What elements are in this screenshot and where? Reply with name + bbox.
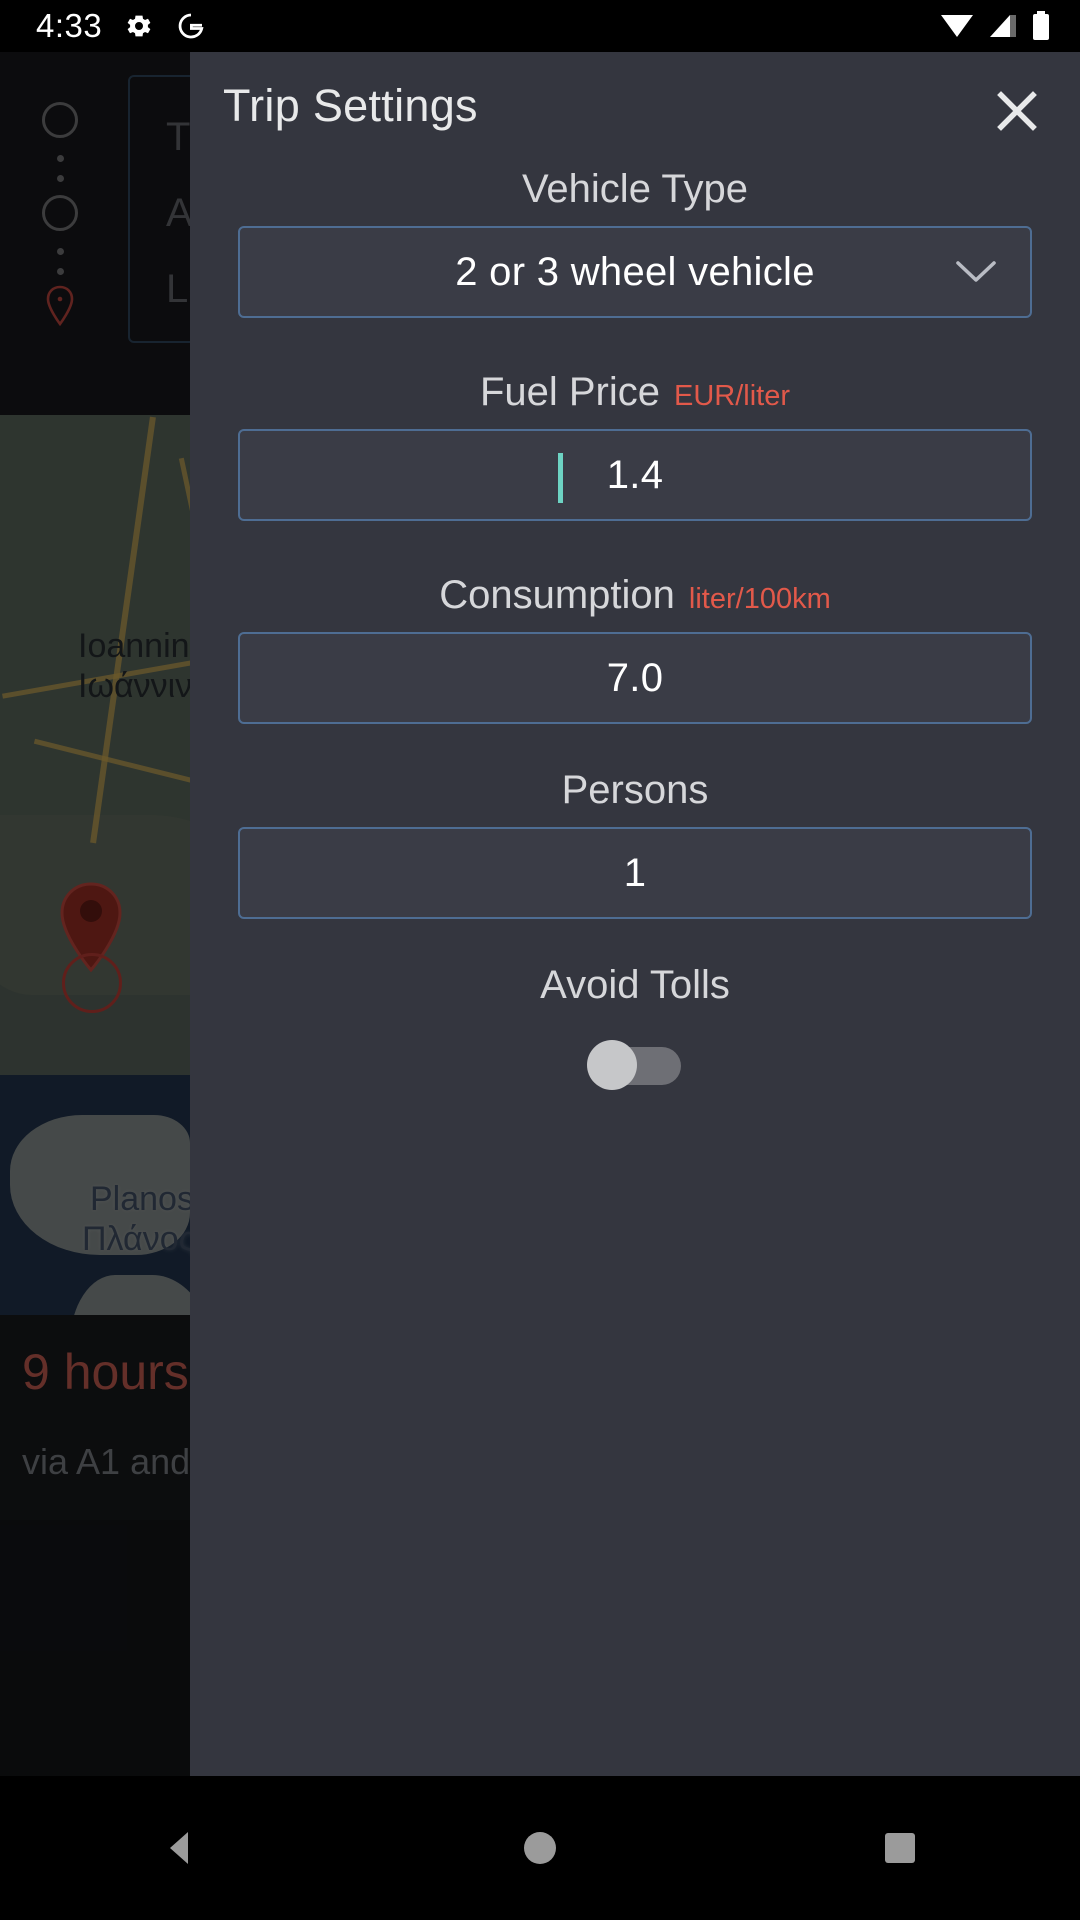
text-caret [558,453,563,503]
vehicle-type-label-row: Vehicle Type [238,167,1032,212]
persons-value: 1 [623,850,647,895]
battery-icon [1033,11,1049,40]
google-g-icon [176,11,206,41]
vehicle-type-select[interactable]: 2 or 3 wheel vehicle [238,226,1032,318]
persons-label-row: Persons [238,768,1032,813]
phone-screen: Thes Athin Lefk Ioannina Ιωάννινα Planos… [0,0,1080,1920]
recents-button[interactable] [840,1798,960,1898]
consumption-unit: liter/100km [688,583,831,615]
status-clock: 4:33 [36,7,103,44]
dialog-header: Trip Settings [190,52,1080,167]
dialog-title: Trip Settings [223,80,478,131]
fuel-price-unit: EUR/liter [674,380,791,412]
consumption-label-row: Consumption liter/100km [238,573,1032,618]
consumption-input[interactable]: 7.0 [238,632,1032,724]
close-icon[interactable] [982,76,1052,146]
avoid-tolls-toggle-row [238,1040,1032,1090]
avoid-tolls-label-row: Avoid Tolls [238,963,1032,1008]
consumption-value: 7.0 [606,655,664,700]
fuel-price-label: Fuel Price [479,370,661,414]
avoid-tolls-switch[interactable] [587,1040,683,1090]
vehicle-type-value: 2 or 3 wheel vehicle [455,249,815,294]
gear-icon [124,11,154,41]
switch-knob [587,1040,637,1090]
fuel-price-input[interactable]: 1.4 [238,429,1032,521]
fuel-price-label-row: Fuel Price EUR/liter [238,370,1032,415]
persons-input[interactable]: 1 [238,827,1032,919]
avoid-tolls-label: Avoid Tolls [540,963,730,1007]
android-nav-bar [0,1776,1080,1920]
status-bar: 4:33 [0,0,1080,52]
cell-signal-icon [990,15,1016,37]
trip-settings-dialog: Trip Settings Vehicle Type 2 or 3 wheel … [190,52,1080,1776]
trip-settings-form: Vehicle Type 2 or 3 wheel vehicle Fuel P… [190,167,1080,1090]
wifi-icon [941,15,973,37]
fuel-price-value: 1.4 [606,452,664,497]
status-bar-right-icons [940,11,1050,41]
persons-label: Persons [561,768,709,812]
back-button[interactable] [120,1798,240,1898]
vehicle-type-label: Vehicle Type [521,167,749,211]
home-button[interactable] [480,1798,600,1898]
chevron-down-icon[interactable] [952,248,1000,296]
consumption-label: Consumption [439,573,675,617]
